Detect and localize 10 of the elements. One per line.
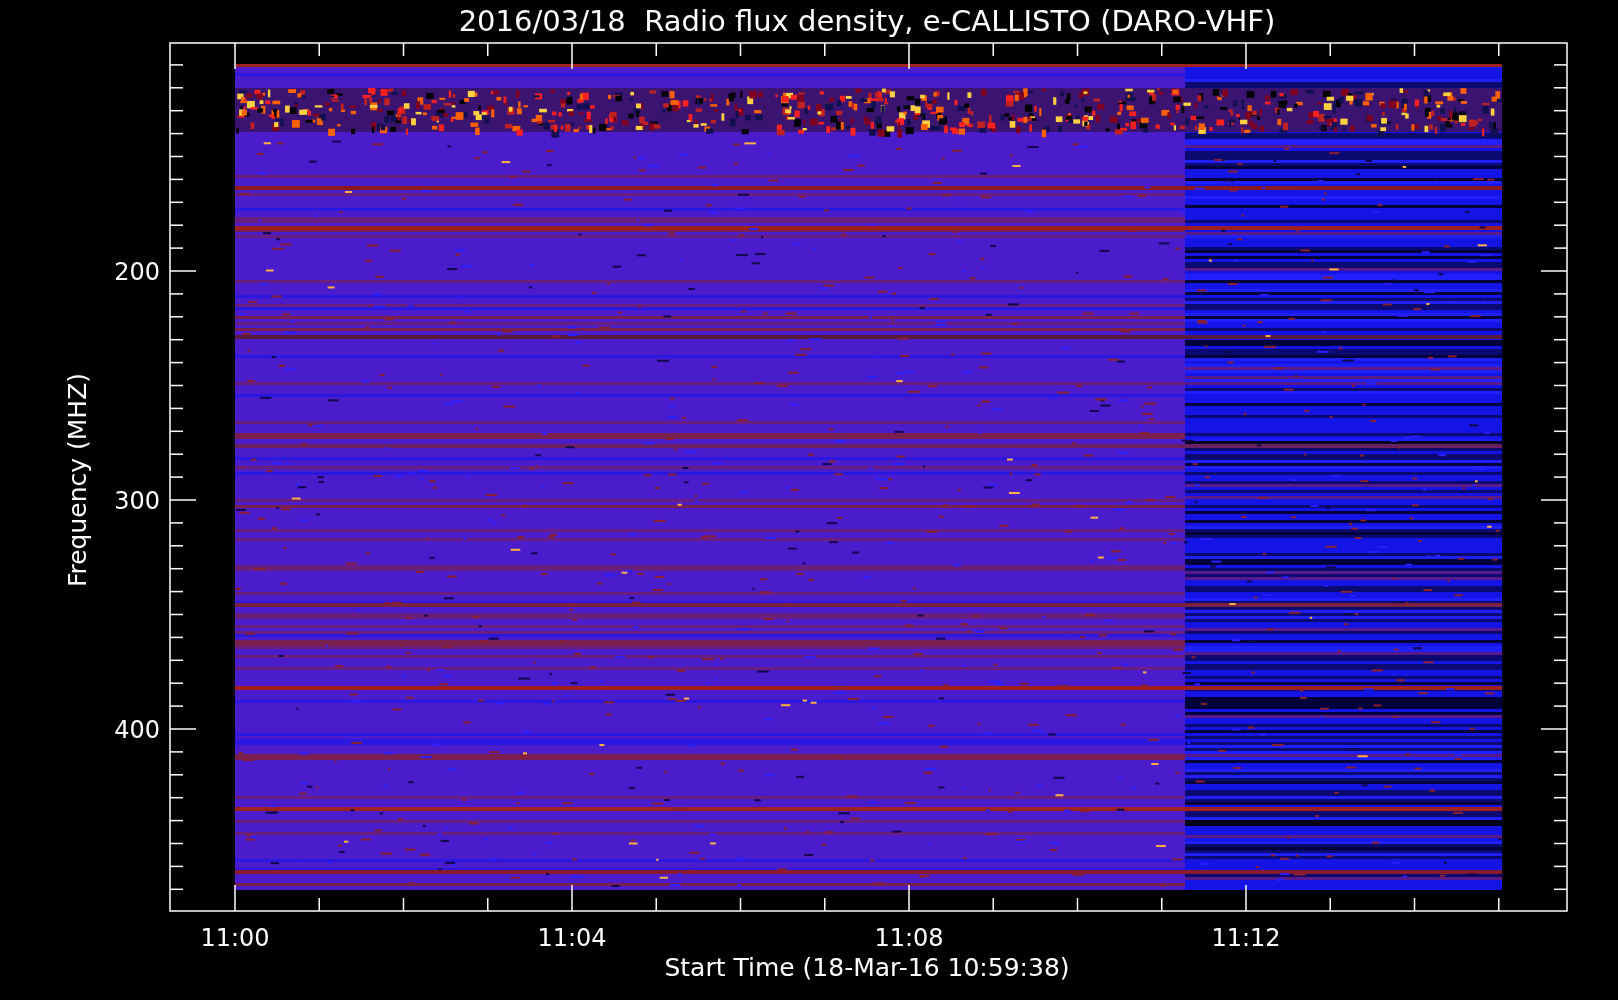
- y-tick-label: 300: [114, 487, 160, 515]
- x-tick-label: 11:08: [874, 924, 944, 952]
- x-axis-label: Start Time (18-Mar-16 10:59:38): [664, 953, 1070, 982]
- x-tick-label: 11:12: [1211, 924, 1281, 952]
- x-tick-label: 11:04: [537, 924, 607, 952]
- chart-title: 2016/03/18 Radio flux density, e-CALLISTO (DARO-VHF): [458, 4, 1276, 38]
- y-tick-label: 200: [114, 258, 160, 286]
- x-tick-label: 11:00: [200, 924, 270, 952]
- y-tick-label: 400: [114, 716, 160, 744]
- y-axis-label: Frequency (MHZ): [63, 372, 92, 588]
